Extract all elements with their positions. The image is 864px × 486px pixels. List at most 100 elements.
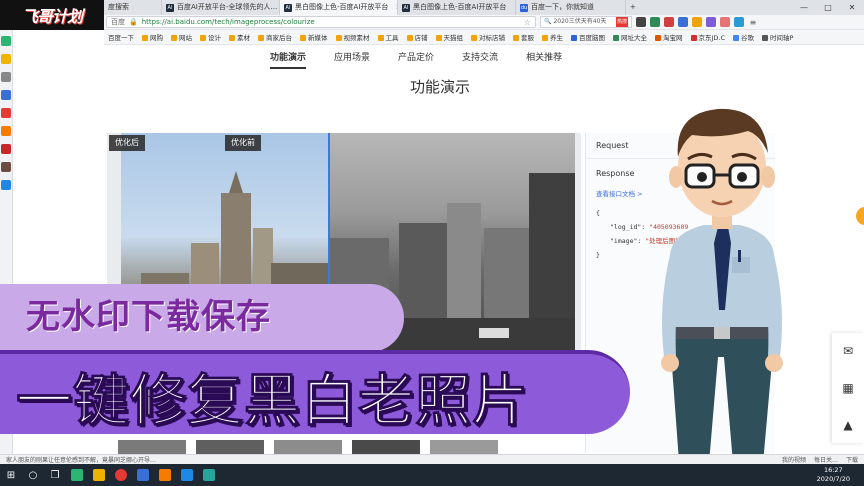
extension-icon[interactable] — [734, 17, 744, 27]
system-clock[interactable]: 16:27 2020/7/20 — [817, 466, 864, 484]
sidebar-app-icon[interactable] — [1, 126, 11, 136]
bookmark-item[interactable]: 天猫组 — [435, 32, 463, 42]
extension-icon[interactable] — [664, 17, 674, 27]
windows-taskbar: ⊞ ○ ❐ 16:27 2020/7/20 — [0, 464, 864, 486]
sample-thumbnail[interactable] — [196, 440, 264, 454]
baidu-ai-favicon-icon: AI — [166, 3, 174, 12]
status-right-items: 我的视频 每日关… 下载 — [782, 455, 864, 464]
subnav-demo[interactable]: 功能演示 — [270, 50, 307, 69]
mail-icon[interactable]: ✉ — [843, 344, 853, 358]
caption-line-2: 一键修复黑白老照片 — [16, 369, 529, 435]
taskbar-app-icon[interactable] — [132, 464, 154, 486]
subnav-pricing[interactable]: 产品定价 — [398, 50, 434, 69]
bookmark-item[interactable]: 养生 — [542, 32, 563, 42]
browser-tab[interactable]: du 百度一下，你就知道 — [516, 0, 626, 15]
tab-close-icon[interactable]: × — [391, 0, 397, 15]
daily-link[interactable]: 每日关… — [814, 455, 838, 464]
star-icon[interactable]: ☆ — [524, 18, 531, 27]
sidebar-app-icon[interactable] — [1, 180, 11, 190]
extension-icon[interactable] — [692, 17, 702, 27]
sidebar-app-icon[interactable] — [1, 72, 11, 82]
bookmark-item[interactable]: 网站 — [171, 32, 192, 42]
bookmark-item[interactable]: 商家后台 — [258, 32, 292, 42]
bookmark-item[interactable]: 百度脑图 — [571, 32, 605, 42]
bookmark-item[interactable]: 时间轴P — [762, 32, 793, 42]
clock-time: 16:27 — [823, 466, 843, 474]
bookmark-item[interactable]: 谷歌 — [733, 32, 754, 42]
taskbar-app-icon[interactable] — [66, 464, 88, 486]
hot-badge: 热搜 — [615, 17, 628, 27]
section-title: 功能演示 — [409, 78, 470, 96]
url-text: https://ai.baidu.com/tech/imageprocess/c… — [141, 18, 315, 26]
up-arrow-icon[interactable]: ▲ — [843, 418, 852, 432]
sample-thumbnail[interactable] — [118, 440, 186, 454]
browser-tab[interactable]: 度搜索 — [104, 0, 162, 15]
extension-icon[interactable] — [678, 17, 688, 27]
tab-title: 度搜索 — [108, 3, 129, 11]
label-before: 优化前 — [225, 135, 261, 151]
extension-icon[interactable] — [636, 17, 646, 27]
taskbar-app-icon[interactable] — [88, 464, 110, 486]
bookmark-item[interactable]: 网购 — [142, 32, 163, 42]
floating-tools: ✉ ▦ ▲ — [832, 333, 864, 443]
bookmark-item[interactable]: 套服 — [513, 32, 534, 42]
bookmark-item[interactable]: 淘宝网 — [655, 32, 683, 42]
close-window-icon[interactable]: ✕ — [840, 0, 864, 15]
sample-thumbnail[interactable] — [352, 440, 420, 454]
bookmark-item[interactable]: 视频素材 — [335, 32, 370, 42]
sample-thumbnails — [118, 440, 578, 454]
subnav-scenarios[interactable]: 应用场景 — [334, 50, 370, 69]
browser-tab-active[interactable]: AI 黑白图像上色-百度AI开放平台 × — [280, 0, 398, 15]
menu-icon[interactable]: ≡ — [748, 18, 758, 27]
my-video-link[interactable]: 我的视频 — [782, 455, 806, 464]
tab-title: 黑白图像上色-百度AI开放平台 — [413, 3, 507, 11]
extension-icon[interactable] — [706, 17, 716, 27]
tab-title: 黑白图像上色-百度AI开放平台 — [295, 3, 389, 11]
bookmark-item[interactable]: 新媒体 — [300, 32, 328, 42]
sample-thumbnail[interactable] — [274, 440, 342, 454]
taskbar-app-icon[interactable] — [110, 464, 132, 486]
bookmark-item[interactable]: 工具 — [377, 32, 399, 42]
taskbar-app-icon[interactable] — [176, 464, 198, 486]
address-toolbar: ⟳ ⌂ 百度 🔒 https://ai.baidu.com/tech/image… — [0, 15, 864, 30]
bookmark-item[interactable]: 对标店铺 — [471, 32, 505, 42]
taskbar-app-icon[interactable] — [154, 464, 176, 486]
sidebar-app-icon[interactable] — [1, 108, 11, 118]
qr-icon[interactable]: ▦ — [842, 381, 853, 395]
baidu-ai-favicon-icon: AI — [284, 3, 292, 12]
subnav-related[interactable]: 相关推荐 — [526, 50, 562, 69]
float-helper-icon[interactable] — [856, 207, 864, 225]
sidebar-app-icon[interactable] — [1, 90, 11, 100]
tab-title: 百度AI开放平台-全球领先的人… — [177, 3, 278, 11]
bookmark-item[interactable]: 设计 — [200, 32, 221, 42]
new-tab-button[interactable]: + — [626, 0, 642, 15]
windows-start-icon[interactable]: ⊞ — [0, 464, 22, 486]
taskview-icon[interactable]: ❐ — [44, 464, 66, 486]
download-link[interactable]: 下载 — [846, 455, 858, 464]
search-suggestion: 2020三伏天有40天 — [553, 18, 607, 25]
sidebar-app-icon[interactable] — [1, 144, 11, 154]
bookmark-item[interactable]: 网址大全 — [613, 32, 647, 42]
extension-icon[interactable] — [650, 17, 660, 27]
bookmark-item[interactable]: 京东JD.C — [690, 32, 725, 42]
maximize-icon[interactable]: □ — [816, 0, 840, 15]
cortana-icon[interactable]: ○ — [22, 464, 44, 486]
news-ticker[interactable]: 家人朋友的刚果让任意伦感到不解，竟暴同芝娜心开导… — [6, 455, 156, 464]
sidebar-star-icon[interactable] — [1, 54, 11, 64]
taskbar-app-icon[interactable] — [198, 464, 220, 486]
browser-tab[interactable]: AI 黑白图像上色-百度AI开放平台 — [398, 0, 516, 15]
browser-search-box[interactable]: 🔍 2020三伏天有40天 热搜 — [540, 16, 632, 28]
bookmark-item[interactable]: 店铺 — [406, 32, 428, 42]
sidebar-app-icon[interactable] — [1, 162, 11, 172]
sidebar-app-icon[interactable] — [1, 36, 11, 46]
window-controls: — □ ✕ — [792, 0, 864, 15]
minimize-icon[interactable]: — — [792, 0, 816, 15]
subnav-support[interactable]: 支持交流 — [462, 50, 498, 69]
bookmark-item[interactable]: 素材 — [229, 32, 250, 42]
sample-thumbnail[interactable] — [430, 440, 498, 454]
browser-tab[interactable]: AI 百度AI开放平台-全球领先的人… — [162, 0, 280, 15]
tab-title: 百度一下，你就知道 — [531, 3, 594, 11]
url-field[interactable]: 百度 🔒 https://ai.baidu.com/tech/imageproc… — [106, 16, 536, 28]
bookmark-item[interactable]: 百度一下 — [108, 32, 134, 42]
extension-icon[interactable] — [720, 17, 730, 27]
